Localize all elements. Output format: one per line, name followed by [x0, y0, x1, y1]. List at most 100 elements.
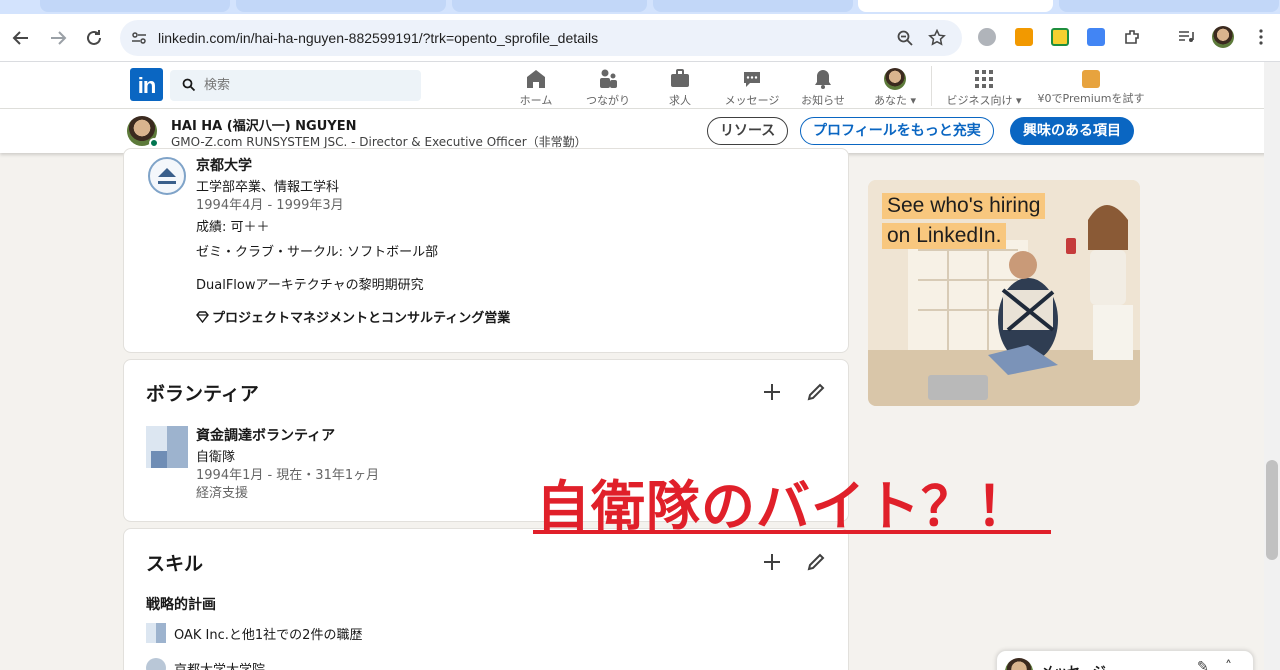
profile-name: HAI HA (福沢八一) NGUYEN	[171, 119, 357, 134]
site-settings-icon[interactable]	[130, 29, 148, 47]
nav-me-label: あなた	[873, 94, 907, 107]
skills-card: スキル 戦略的計画 OAK Inc.と他1社での2件の職歴 京都大学大学院	[123, 528, 849, 670]
reload-icon	[87, 30, 101, 45]
nav-messaging-label: メッセージ	[724, 94, 780, 107]
nav-messaging[interactable]: メッセージ	[720, 68, 784, 108]
chevron-down-icon: ▾	[1015, 94, 1022, 107]
volunteer-organization[interactable]: 自衛隊	[196, 446, 235, 465]
url-text[interactable]: linkedin.com/in/hai-ha-nguyen-882599191/…	[158, 20, 598, 56]
grade: 成績: 可＋＋	[196, 220, 270, 235]
browser-tab[interactable]	[236, 0, 446, 12]
forward-button[interactable]	[46, 26, 70, 50]
back-arrow-icon	[12, 31, 28, 45]
extensions-puzzle-icon[interactable]	[1123, 28, 1141, 46]
browser-menu-icon[interactable]	[1252, 28, 1270, 46]
messaging-dock[interactable]: メッセージ ✎ ˄	[996, 650, 1254, 670]
enhance-profile-button[interactable]: プロフィールをもっと充実	[800, 117, 994, 145]
education-entry[interactable]: 京都大学 工学部卒業、情報工学科 1994年4月 - 1999年3月 成績: 可…	[124, 154, 850, 354]
nav-network-label: つながり	[586, 94, 630, 107]
search-input[interactable]	[204, 70, 404, 101]
grid-icon	[975, 70, 993, 88]
media-control-icon[interactable]	[1177, 28, 1195, 46]
school-logo	[146, 658, 166, 670]
nav-home-label: ホーム	[519, 94, 553, 107]
edit-pencil-icon[interactable]	[802, 548, 830, 576]
company-logo	[146, 623, 166, 643]
reload-button[interactable]	[82, 26, 106, 50]
nav-jobs-label: 求人	[669, 94, 691, 107]
education-card: 京都大学 工学部卒業、情報工学科 1994年4月 - 1999年3月 成績: 可…	[123, 148, 849, 353]
browser-profile-avatar[interactable]	[1212, 26, 1234, 48]
nav-network[interactable]: つながり	[580, 68, 636, 108]
volunteer-dates: 1994年1月 - 現在・31年1ヶ月	[196, 468, 380, 483]
jobs-icon	[671, 69, 689, 87]
degree: 工学部卒業、情報工学科	[196, 180, 340, 195]
chevron-down-icon: ▾	[910, 94, 917, 107]
skill-endorsement[interactable]: 京都大学大学院	[174, 659, 265, 670]
education-description: DualFlowアーキテクチャの黎明期研究	[196, 278, 424, 293]
education-dates: 1994年4月 - 1999年3月	[196, 198, 344, 213]
extension-notes-icon[interactable]	[1051, 28, 1069, 46]
skills-section-title: スキル	[146, 553, 204, 575]
chevron-up-icon[interactable]: ˄	[1225, 659, 1232, 670]
nav-business-label: ビジネス向け	[946, 94, 1013, 107]
edit-pencil-icon[interactable]	[802, 378, 830, 406]
home-icon	[527, 70, 545, 88]
education-skill[interactable]: プロジェクトマネジメントとコンサルティング営業	[212, 311, 510, 326]
search-box[interactable]	[170, 70, 421, 101]
messaging-icon	[744, 72, 760, 87]
open-to-button[interactable]: 興味のある項目	[1010, 117, 1134, 145]
overlay-underline	[533, 530, 1051, 534]
browser-tab[interactable]	[653, 0, 853, 12]
resources-button[interactable]: リソース	[707, 117, 789, 145]
back-button[interactable]	[9, 26, 33, 50]
activities: ゼミ・クラブ・サークル: ソフトボール部	[196, 245, 439, 260]
browser-tab-active[interactable]	[858, 0, 1053, 12]
linkedin-global-nav: in ホーム つながり 求人 メッセージ お知らせ あなた ▾ ビジネス向け ▾	[0, 62, 1280, 109]
diamond-skill-icon	[196, 311, 209, 324]
scrollbar-thumb[interactable]	[1266, 460, 1278, 560]
nav-home[interactable]: ホーム	[510, 68, 562, 108]
tab-strip	[0, 0, 1280, 14]
add-icon[interactable]	[758, 378, 786, 406]
network-icon	[600, 69, 617, 88]
browser-tab[interactable]	[1059, 0, 1279, 12]
nav-business[interactable]: ビジネス向け ▾	[940, 68, 1028, 108]
nav-me[interactable]: あなた ▾	[867, 68, 923, 108]
extension-blue-icon[interactable]	[1087, 28, 1105, 46]
hiring-ad[interactable]: See who's hiring on LinkedIn.	[868, 180, 1140, 406]
add-icon[interactable]	[758, 548, 786, 576]
ad-headline-line-1: See who's hiring	[882, 193, 1046, 219]
organization-logo	[146, 426, 188, 468]
nav-premium-label: ¥0でPremiumを試す	[1037, 92, 1145, 105]
avatar	[884, 68, 906, 90]
linkedin-logo[interactable]: in	[130, 68, 163, 101]
search-icon	[182, 78, 196, 92]
browser-tab[interactable]	[452, 0, 647, 12]
online-status-dot	[149, 138, 159, 148]
avatar	[1005, 658, 1033, 670]
skill-endorsement[interactable]: OAK Inc.と他1社での2件の職歴	[174, 624, 362, 643]
nav-divider	[931, 66, 932, 106]
compose-icon[interactable]: ✎	[1197, 659, 1209, 670]
skill-name[interactable]: 戦略的計画	[146, 594, 216, 614]
bookmark-star-icon[interactable]	[928, 29, 946, 47]
volunteer-role: 資金調達ボランティア	[196, 428, 336, 444]
ad-headline-line-2: on LinkedIn.	[882, 223, 1007, 249]
messaging-label: メッセージ	[1041, 661, 1106, 670]
extension-orange-icon[interactable]	[1015, 28, 1033, 46]
sticky-profile-bar: HAI HA (福沢八一) NGUYEN GMO-Z.com RUNSYSTEM…	[0, 109, 1280, 153]
zoom-icon[interactable]	[896, 29, 914, 47]
address-bar[interactable]: linkedin.com/in/hai-ha-nguyen-882599191/…	[120, 20, 962, 56]
premium-icon	[1082, 70, 1100, 88]
nav-jobs[interactable]: 求人	[654, 68, 706, 108]
browser-tab[interactable]	[40, 0, 230, 12]
extension-chat-icon[interactable]	[978, 28, 996, 46]
forward-arrow-icon	[51, 31, 67, 45]
school-name[interactable]: 京都大学	[196, 155, 252, 175]
nav-notifications[interactable]: お知らせ	[797, 68, 849, 108]
nav-premium[interactable]: ¥0でPremiumを試す	[1036, 68, 1146, 108]
page-scrollbar[interactable]	[1264, 62, 1280, 670]
nav-notifications-label: お知らせ	[801, 94, 845, 107]
volunteer-cause: 経済支援	[196, 486, 249, 501]
